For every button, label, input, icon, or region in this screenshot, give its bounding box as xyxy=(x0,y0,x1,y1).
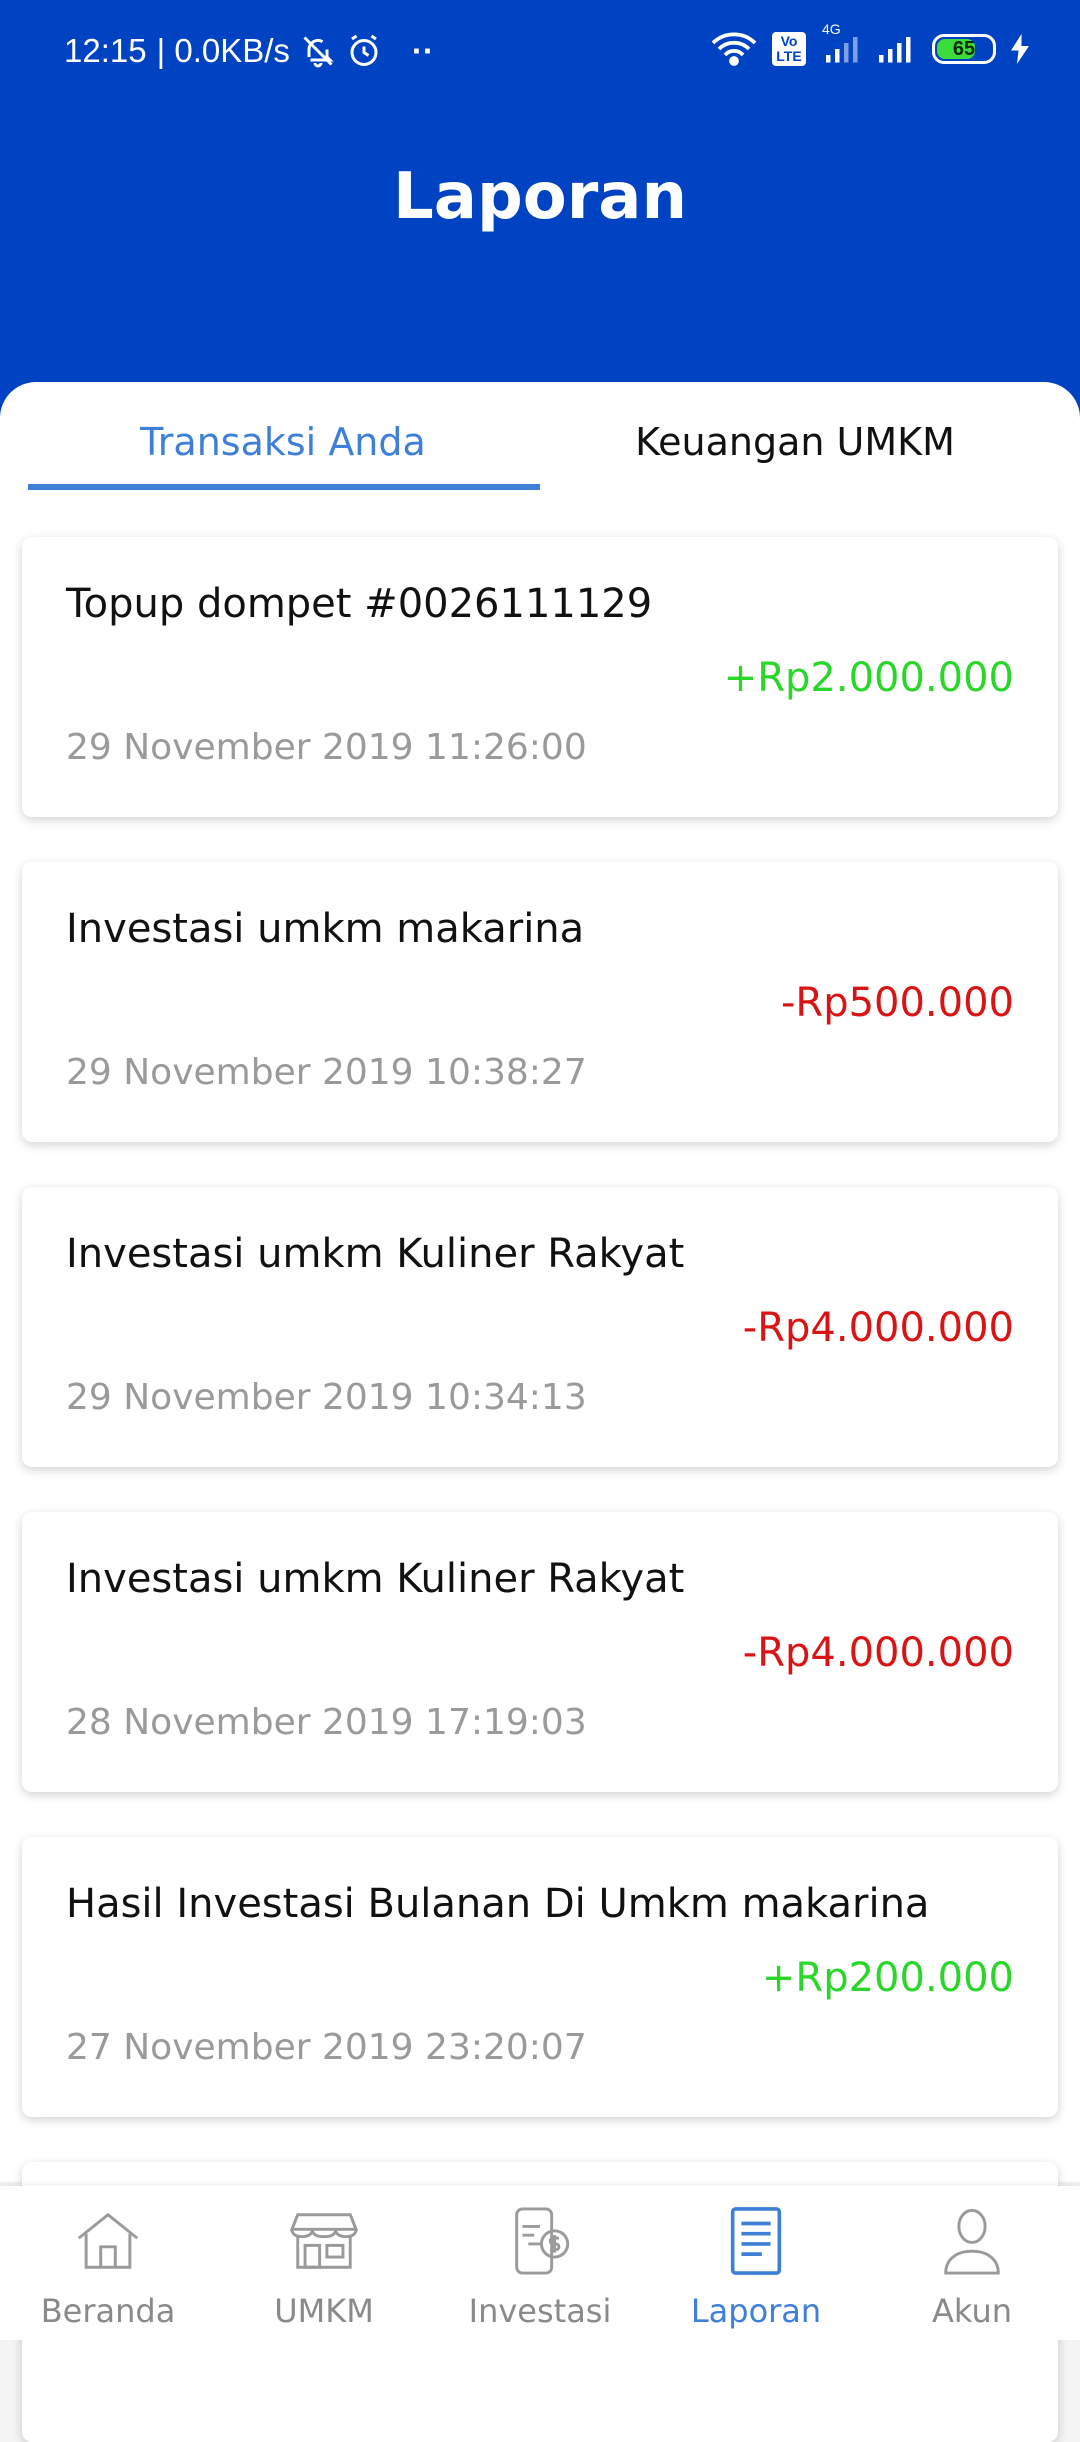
nav-akun[interactable]: Akun xyxy=(864,2186,1080,2340)
tab-indicator xyxy=(28,484,540,490)
transaction-card[interactable]: Investasi umkm Kuliner Rakyat -Rp4.000.0… xyxy=(22,1187,1058,1467)
transaction-card[interactable]: Investasi umkm Kuliner Rakyat -Rp4.000.0… xyxy=(22,1512,1058,1792)
net-type-label: 4G xyxy=(822,21,841,37)
nav-laporan[interactable]: Laporan xyxy=(648,2186,864,2340)
transaction-date: 29 November 2019 10:34:13 xyxy=(66,1377,587,1418)
transaction-date: 29 November 2019 11:26:00 xyxy=(66,727,587,768)
transaction-card[interactable]: Hasil Investasi Bulanan Di Umkm makarina… xyxy=(22,1837,1058,2117)
nav-beranda[interactable]: Beranda xyxy=(0,2186,216,2340)
volte-icon: Vo LTE xyxy=(772,32,806,66)
tab-transaksi-anda[interactable]: Transaksi Anda xyxy=(28,420,538,464)
status-time: 12:15 xyxy=(64,32,147,69)
user-icon xyxy=(937,2206,1007,2276)
transaction-title: Hasil Investasi Bulanan Di Umkm makarina xyxy=(66,1881,930,1927)
charging-icon xyxy=(1010,34,1030,64)
nav-label: Laporan xyxy=(690,2292,822,2330)
transaction-title: Investasi umkm Kuliner Rakyat xyxy=(66,1231,685,1277)
report-icon xyxy=(721,2206,791,2276)
more-dots: ·· xyxy=(411,32,434,69)
bell-off-icon xyxy=(300,33,336,69)
transaction-amount: -Rp4.000.000 xyxy=(742,1630,1014,1676)
transaction-amount: +Rp2.000.000 xyxy=(723,655,1014,701)
nav-investasi[interactable]: Investasi xyxy=(432,2186,648,2340)
page-title: Laporan xyxy=(392,160,688,234)
transaction-amount: -Rp500.000 xyxy=(780,980,1014,1026)
transaction-amount: +Rp200.000 xyxy=(761,1955,1014,2001)
transaction-title: Investasi umkm Kuliner Rakyat xyxy=(66,1556,685,1602)
tab-keuangan-umkm[interactable]: Keuangan UMKM xyxy=(540,420,1050,464)
signal-icon xyxy=(876,33,918,65)
transaction-date: 28 November 2019 17:19:03 xyxy=(66,1702,587,1743)
battery-level: 65 xyxy=(952,37,976,60)
bottom-navigation: Beranda UMKM Investasi Laporan Akun xyxy=(0,2186,1080,2340)
transaction-amount: -Rp4.000.000 xyxy=(742,1305,1014,1351)
transaction-title: Investasi umkm makarina xyxy=(66,906,585,952)
home-icon xyxy=(73,2206,143,2276)
battery-icon: 65 xyxy=(932,34,996,64)
status-left: 12:15 | 0.0KB/s ·· xyxy=(64,28,434,74)
nav-label: Investasi xyxy=(468,2292,612,2330)
transaction-card[interactable]: Investasi umkm makarina -Rp500.000 29 No… xyxy=(22,862,1058,1142)
app-header: 12:15 | 0.0KB/s ·· Vo LTE 4G 65 Laporan xyxy=(0,0,1080,420)
transaction-card[interactable]: Topup dompet #0026111129 +Rp2.000.000 29… xyxy=(22,537,1058,817)
nav-umkm[interactable]: UMKM xyxy=(216,2186,432,2340)
transaction-title: Topup dompet #0026111129 xyxy=(66,581,653,627)
content-panel: Transaksi Anda Keuangan UMKM Topup dompe… xyxy=(0,382,1080,2442)
investment-icon xyxy=(505,2206,575,2276)
status-bar: 12:15 | 0.0KB/s ·· Vo LTE 4G 65 xyxy=(0,0,1080,100)
transaction-date: 27 November 2019 23:20:07 xyxy=(66,2027,587,2068)
nav-label: UMKM xyxy=(274,2292,374,2330)
status-right: Vo LTE 4G 65 xyxy=(710,21,1030,72)
nav-label: Beranda xyxy=(40,2292,176,2330)
wifi-icon xyxy=(710,31,758,67)
network-speed: | 0.0KB/s xyxy=(156,32,290,69)
signal-4g-icon: 4G xyxy=(820,21,862,65)
nav-label: Akun xyxy=(932,2292,1012,2330)
tab-bar: Transaksi Anda Keuangan UMKM xyxy=(0,382,1080,492)
transaction-date: 29 November 2019 10:38:27 xyxy=(66,1052,587,1093)
store-icon xyxy=(289,2206,359,2276)
alarm-icon xyxy=(346,33,382,69)
